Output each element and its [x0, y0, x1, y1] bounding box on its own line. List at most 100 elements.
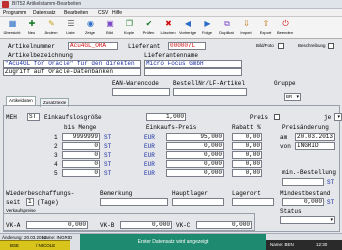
gruppe-label: Gruppe	[274, 80, 296, 87]
image-icon: ▣	[106, 19, 114, 28]
preis-checkbox[interactable]	[274, 114, 280, 120]
von-label: von	[280, 143, 291, 150]
beschreibung-checkbox[interactable]	[328, 43, 334, 49]
price-row-menge[interactable]: 9999999	[62, 133, 100, 141]
mindestbestand-input[interactable]: 0,000	[282, 198, 324, 206]
tab-artikeldaten[interactable]: Artikeldaten	[6, 96, 36, 105]
price-row-meh: ST	[104, 161, 112, 168]
beschreibung-label: Beschreibung	[298, 43, 326, 48]
list-icon: ☰	[67, 19, 75, 28]
lagerort-label: Lagerort	[232, 190, 261, 197]
seit-input[interactable]: 1	[26, 198, 34, 206]
von-input[interactable]: INGRID	[295, 142, 335, 150]
meh-input[interactable]: ST	[27, 113, 40, 121]
toolbar-button-copy[interactable]: ❐ Kopie	[121, 19, 137, 38]
price-row-menge[interactable]: 0	[62, 151, 100, 159]
info-bar: Name: BEN 12:30	[266, 240, 342, 250]
bezeichnung-line2-input[interactable]: Zugriff auf Oracle-Datenbanken	[3, 68, 141, 76]
price-row-rabatt[interactable]: 0,00	[232, 151, 262, 159]
new-icon: ✚	[28, 19, 36, 28]
price-row-preis[interactable]: 0,000	[166, 169, 224, 177]
menu-csv[interactable]: CSV	[98, 10, 108, 16]
vka-label: VK-A	[6, 222, 21, 229]
menu-programm[interactable]: Programm	[3, 10, 26, 16]
am-input[interactable]: 20.03.2013	[295, 133, 335, 141]
menu-datensatz[interactable]: Datensatz	[33, 10, 56, 16]
je-select[interactable]	[334, 113, 342, 121]
toolbar-button-new[interactable]: ✚ Neu	[24, 19, 40, 38]
price-row-rabatt[interactable]: 0,00	[232, 142, 262, 150]
min-bestellung-unit: ST	[327, 179, 335, 186]
seit-label: seit	[6, 199, 21, 206]
previous-icon: ◀	[184, 19, 192, 28]
tage-label: (Tage)	[37, 199, 59, 206]
toolbar-button-image[interactable]: ▣ Bild	[102, 19, 118, 38]
price-row-rabatt[interactable]: 0,00	[232, 133, 262, 141]
vkb-input[interactable]: 0,000	[120, 221, 172, 229]
bild-checkbox[interactable]	[278, 43, 284, 49]
price-row-currency: EUR	[144, 170, 155, 177]
lieferant-label: Lieferant	[128, 43, 161, 50]
artikelnummer-input[interactable]: Acu4GL_ORA	[68, 42, 118, 50]
toolbar-button-list[interactable]: ☰ Liste	[63, 19, 79, 38]
price-row-menge[interactable]: 0	[62, 169, 100, 177]
bestellnr-label: BestellNr/LF-Artikel	[173, 80, 246, 87]
bemerkung-label: Bemerkung	[100, 190, 133, 197]
ean-input[interactable]	[112, 88, 170, 96]
wiederbeschaffung-label: Wiederbeschaffungs-	[6, 190, 75, 197]
copy-icon: ❐	[125, 19, 134, 28]
vka-input[interactable]: 0,000	[26, 221, 88, 229]
meh-label: MEH	[6, 114, 17, 121]
toolbar-button-import[interactable]: ⇩ Import	[238, 19, 254, 38]
price-row-preis[interactable]: 0,000	[166, 142, 224, 150]
ean-label: EAN-Warencode	[112, 80, 159, 87]
price-row-number: 2	[54, 143, 58, 150]
price-row-currency: EUR	[144, 152, 155, 159]
price-row-preis[interactable]: 95,000	[166, 133, 224, 141]
check-icon: ✔	[145, 19, 153, 28]
price-row-menge[interactable]: 0	[62, 160, 100, 168]
menu-bearbeiten[interactable]: Bearbeiten	[64, 10, 88, 16]
article-form: Artikelnummer Acu4GL_ORA Lieferant 00000…	[0, 39, 342, 233]
next-icon: ▶	[204, 19, 211, 28]
ekgroesse-input[interactable]: 1,000	[146, 113, 186, 121]
je-label: je	[324, 114, 332, 121]
lieferant-input[interactable]: 000007L	[168, 42, 206, 50]
price-row-currency: EUR	[144, 134, 155, 141]
bemerkung-input[interactable]	[100, 198, 168, 206]
menu-hilfe[interactable]: Hilfe	[112, 10, 122, 16]
price-row-meh: ST	[104, 134, 112, 141]
min-bestellung-input[interactable]	[282, 178, 324, 186]
lieferantenname-line2-input[interactable]	[144, 68, 242, 76]
toolbar-button-previous[interactable]: ◀ Vorherige	[179, 19, 196, 38]
price-row-menge[interactable]: 0	[62, 142, 100, 150]
price-row-meh: ST	[104, 143, 112, 150]
toolbar-button-edit[interactable]: ✎ Ändern	[43, 19, 59, 38]
view-icon: ◉	[87, 19, 94, 28]
user-code: BSE	[10, 243, 20, 248]
toolbar-button-view[interactable]: ◉ Zeige	[82, 19, 98, 38]
price-row-rabatt[interactable]: 0,00	[232, 169, 262, 177]
status-select[interactable]	[280, 216, 335, 224]
toolbar-button-next[interactable]: ▶ Folge	[199, 19, 215, 38]
info-time: 12:30	[316, 242, 328, 247]
lieferantenname-input[interactable]: Micro Focus GmbH	[144, 60, 242, 68]
title-bar: BIT52 Artikelstamm-Bearbeiten	[0, 0, 342, 9]
toolbar-button-overview[interactable]: ▦ Übersicht	[4, 19, 21, 38]
gruppe-select[interactable]: BR	[284, 93, 301, 101]
hauptlager-input[interactable]	[172, 198, 224, 206]
price-row-preis[interactable]: 0,000	[166, 160, 224, 168]
bezeichnung-line1-input[interactable]: "Acu4GL for Oracle" für den direkten	[3, 60, 141, 68]
vkc-input[interactable]: 0,000	[196, 221, 252, 229]
price-row-preis[interactable]: 0,000	[166, 151, 224, 159]
price-row-rabatt[interactable]: 0,00	[232, 160, 262, 168]
lagerort-input[interactable]	[232, 198, 274, 206]
bestellnr-input[interactable]	[173, 88, 247, 96]
toolbar-button-check[interactable]: ✔ Prüfen	[141, 19, 157, 38]
import-icon: ⇩	[243, 19, 250, 28]
toolbar-button-delete[interactable]: ✖ Löschen	[160, 19, 176, 38]
toolbar-button-export[interactable]: ⇧ Export	[258, 19, 274, 38]
toolbar-button-duplicate[interactable]: ⧉ Duplikat	[219, 19, 235, 38]
info-name: Name: BEN	[270, 242, 294, 247]
toolbar-button-exit[interactable]: ⏻ Beenden	[277, 19, 293, 38]
